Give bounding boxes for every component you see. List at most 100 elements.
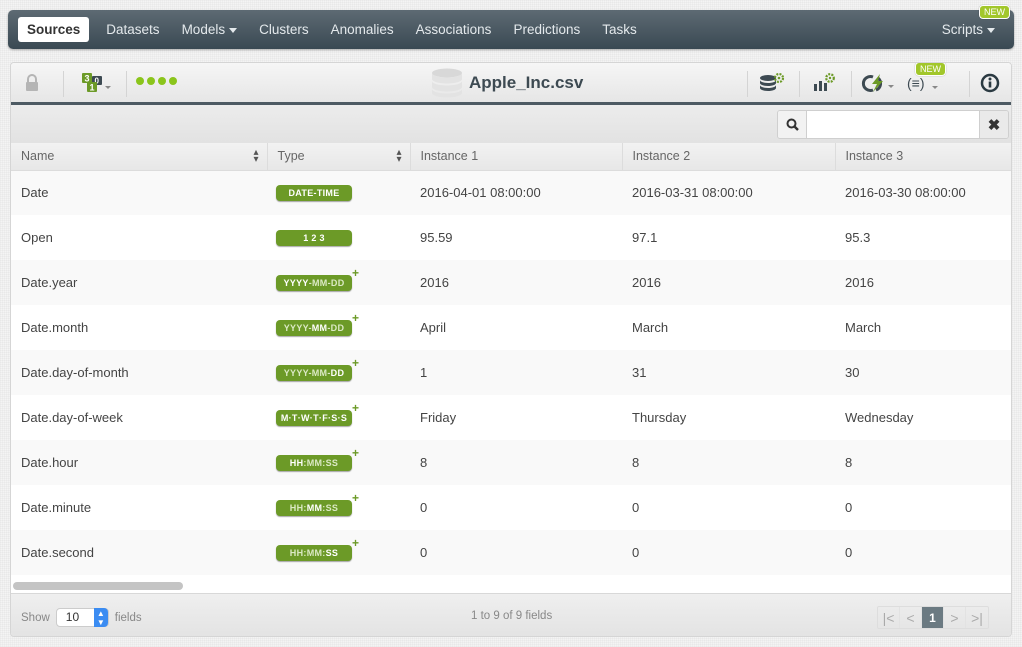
nav-scripts[interactable]: Scripts NEW [931,5,1010,42]
nav-clusters[interactable]: Clusters [248,17,320,42]
show-label: Show [21,611,50,624]
current-page-button[interactable]: 1 [922,607,944,628]
nav-models[interactable]: Models [171,17,249,42]
column-header-type[interactable]: Type ▴ ▾ [267,143,411,171]
nav-anomalies[interactable]: Anomalies [320,17,405,42]
search-group: ✖ [777,110,1009,139]
field-name: Date.second [21,545,94,560]
nav-predictions[interactable]: Predictions [502,17,591,42]
instance-value: 2016 [420,275,449,290]
page-size-select[interactable]: 10 ▲ ▼ [55,608,109,627]
type-badge-hour: HH:MM:SS [276,455,352,471]
next-page-icon[interactable]: > [944,607,966,628]
type-badge-wrapper: DATE-TIME [276,184,352,202]
sort-icon: ▴ ▾ [396,147,402,165]
column-header-name[interactable]: Name ▴ ▾ [11,143,268,171]
instance-value: 0 [845,545,853,560]
instance-value: 0 [632,545,640,560]
table-row[interactable]: Date.year YYYY-MM-DD +2016 2016 2016 [11,260,1011,305]
search-bar: ✖ [11,105,1011,143]
type-badge-wrapper: HH:MM:SS + [276,491,359,516]
table-row[interactable]: Date.month YYYY-MM-DD + April March March [11,305,1011,350]
pagination: |< < 1 > >| [877,606,989,629]
nav-associations[interactable]: Associations [405,17,503,42]
nav-tasks[interactable]: Tasks [591,17,648,42]
generated-field-plus-icon: + [351,311,359,325]
nav-scripts-label: Scripts [941,22,983,37]
one-click-icon[interactable] [859,63,899,102]
table-row[interactable]: Date.day-of-week M·T·W·T·F·S·S + Friday Thur… [11,395,1011,440]
type-badge-wrapper: YYYY-MM-DD + [276,266,359,291]
field-name: Date.day-of-month [21,365,129,380]
badge-segment: :SS [322,503,339,513]
horizontal-scrollbar[interactable] [13,582,183,590]
generated-field-plus-icon: + [351,446,359,460]
status-dot [147,77,155,85]
instance-value: 2016 [632,275,661,290]
field-type: HH:MM:SS + [267,440,410,485]
page-size-value: 10 [65,610,80,624]
instance-value: March [845,320,882,335]
type-badge-wrapper: YYYY-MM-DD + [276,356,359,381]
type-badge-minute: HH:MM:SS [276,500,352,516]
field-name: Date.year [21,275,78,290]
configure-model-icon[interactable] [809,63,839,102]
scripts-icon[interactable]: (≡) NEW [904,63,946,102]
table-body: Date DATE-TIME 2016-04-01 08:00:00 2016-03-… [11,170,1011,575]
type-badge-second: HH:MM:SS [276,545,352,561]
field-name: Date.day-of-week [21,410,123,425]
toolbar-divider [851,71,852,97]
instance-value: 0 [420,545,428,560]
previous-page-icon[interactable]: < [900,607,922,628]
new-badge: NEW [979,5,1010,19]
column-header-label: Type [277,149,305,164]
instance-value: 0 [845,500,853,515]
nav-models-label: Models [181,22,226,37]
source-panel: 3 0 1 Apple_Inc.csv (≡) NEW ✖ Name ▴ ▾ T… [10,62,1012,637]
search-input[interactable] [806,111,980,138]
instance-value: 2016-03-31 08:00:00 [632,185,753,201]
last-page-icon[interactable]: >| [966,607,988,628]
column-header-instance-1: Instance 1 [410,143,623,171]
type-badge-month: YYYY-MM-DD [276,320,352,336]
table-row[interactable]: Date.day-of-month YYYY-MM-DD +1 31 30 [11,350,1011,395]
type-badge-day-of-week: M·T·W·T·F·S·S [276,410,352,426]
source-toolbar: 3 0 1 Apple_Inc.csv (≡) NEW [11,63,1011,105]
first-page-icon[interactable]: |< [878,607,900,628]
instance-value: 30 [845,365,860,380]
page-size-control: Show 10 ▲ ▼ fields [21,608,142,627]
lock-icon[interactable] [21,63,43,102]
field-type: M·T·W·T·F·S·S + [267,395,410,440]
top-navigation: Sources Datasets Models Clusters Anomali… [8,5,1014,49]
generated-field-plus-icon: + [351,266,359,280]
source-type-icon[interactable]: 3 0 1 [77,63,119,102]
generated-field-plus-icon: + [351,401,359,415]
toolbar-divider [747,71,748,97]
instance-value: 0 [420,500,428,515]
search-icon[interactable] [778,111,806,138]
database-icon [432,68,462,97]
badge-segment: DD [330,368,345,378]
badge-segment: HH [289,458,304,468]
info-icon[interactable] [977,63,1003,102]
table-row[interactable]: Date DATE-TIME 2016-04-01 08:00:00 2016-03-… [11,170,1011,215]
caret-down-icon [987,27,995,33]
instance-value: 97.1 [632,230,658,245]
type-badge-wrapper: HH:MM:SS + [276,536,359,561]
generated-field-plus-icon: + [351,491,359,505]
nav-datasets[interactable]: Datasets [95,17,170,42]
instance-value: 8 [632,455,640,470]
table-row[interactable]: Open 1 2 3 95.59 97.1 95.3 [11,215,1011,260]
table-row[interactable]: Date.second HH:MM:SS + 0 0 0 [11,530,1011,575]
type-badge-wrapper: HH:MM:SS + [276,446,359,471]
configure-dataset-icon[interactable] [757,63,787,102]
fields-count: 1 to 9 of 9 fields [471,610,553,622]
table-row[interactable]: Date.minute HH:MM:SS +0 0 0 [11,485,1011,530]
type-badge-numeric: 1 2 3 [276,230,352,246]
nav-sources[interactable]: Sources [18,17,90,42]
clear-search-button[interactable]: ✖ [980,111,1008,138]
table-header-row: Name ▴ ▾ Type ▴ ▾ Instance 1 Instance 2 Inst… [11,143,1011,171]
instance-value: 8 [845,455,853,470]
table-row[interactable]: Date.hour HH:MM:SS +8 8 8 [11,440,1011,485]
field-type: YYYY-MM-DD + [267,260,410,305]
